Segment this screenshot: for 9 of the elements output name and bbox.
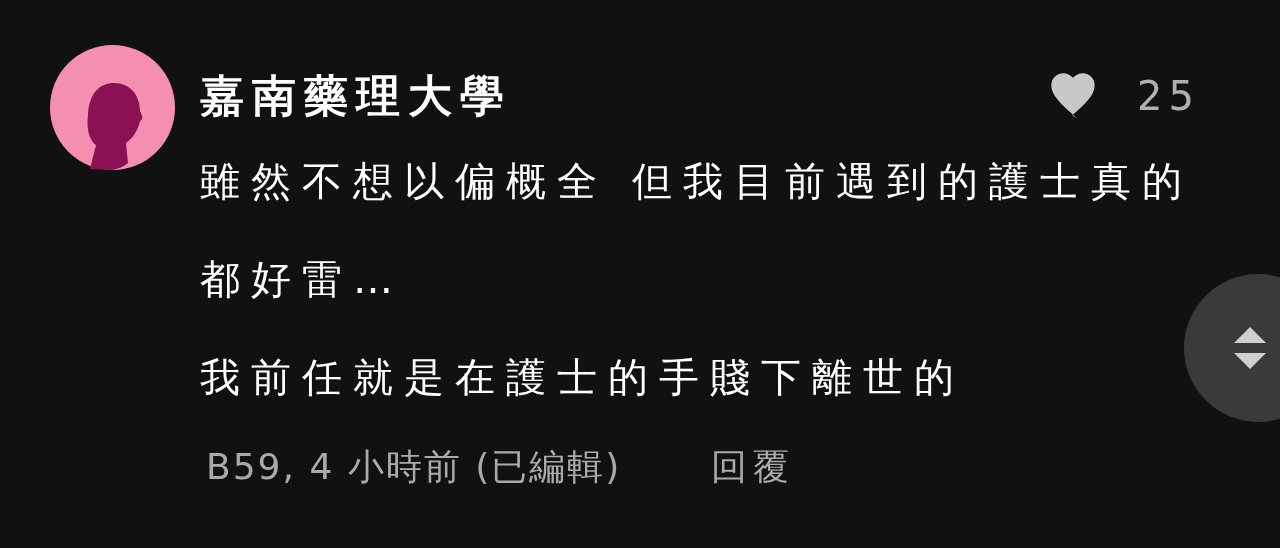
- comment-meta: B59, 4 小時前 (已編輯): [205, 445, 622, 489]
- comment-text: 我前任就是在護士的手賤下離世的: [200, 353, 966, 402]
- down-triangle-icon: [1234, 353, 1266, 369]
- like-count: 25: [1137, 72, 1200, 121]
- up-triangle-icon: [1234, 327, 1266, 343]
- reply-button[interactable]: 回覆: [711, 440, 796, 494]
- author-name: 嘉南藥理大學: [200, 69, 512, 123]
- avatar-icon: [50, 45, 175, 170]
- comment-text: 雖然不想以偏概全 但我目前遇到的護士真的都好雷…: [200, 157, 1194, 304]
